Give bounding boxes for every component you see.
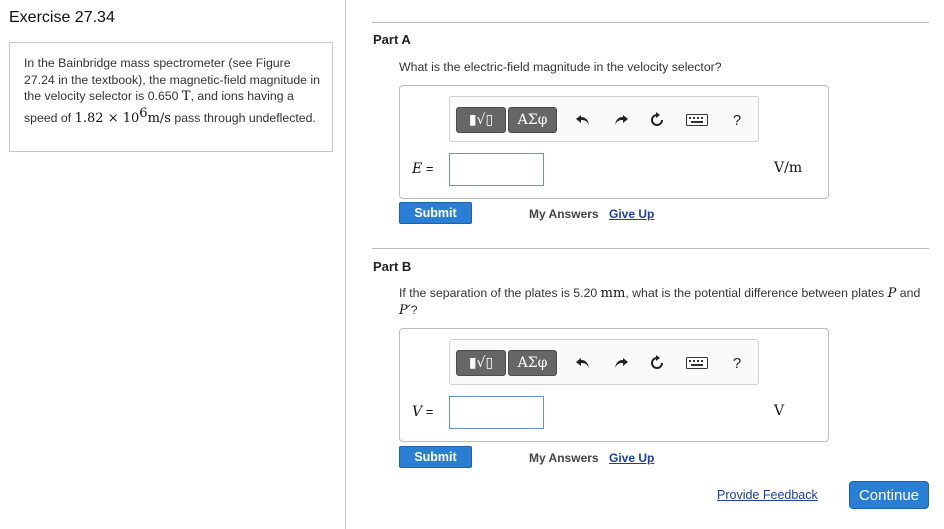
templates-button[interactable]: ▮√▯	[456, 107, 506, 133]
keyboard-icon[interactable]	[686, 354, 708, 372]
field-unit: T	[181, 89, 191, 104]
part-b-answer-box: ▮√▯ ΑΣφ ? V = V	[399, 328, 829, 442]
part-a-math-toolbar: ▮√▯ ΑΣφ ?	[449, 96, 759, 142]
part-a-variable-label: E =	[412, 161, 434, 177]
part-b-divider	[372, 248, 929, 249]
part-a-divider	[372, 22, 929, 23]
part-b-math-toolbar: ▮√▯ ΑΣφ ?	[449, 339, 759, 385]
greek-symbols-button[interactable]: ΑΣφ	[508, 107, 557, 133]
problem-statement: In the Bainbridge mass spectrometer (see…	[9, 42, 333, 152]
part-b-answer-input[interactable]	[449, 396, 544, 429]
part-b-title[interactable]: Part B	[373, 259, 411, 274]
part-a-answer-input[interactable]	[449, 153, 544, 186]
part-a-title[interactable]: Part A	[373, 32, 411, 47]
part-b-my-answers[interactable]: My Answers	[529, 451, 599, 465]
part-b-unit: V	[774, 403, 785, 419]
undo-icon[interactable]	[574, 111, 592, 129]
part-a-give-up[interactable]: Give Up	[609, 207, 654, 221]
part-b-question: If the separation of the plates is 5.20 …	[399, 286, 921, 318]
help-icon[interactable]: ?	[728, 111, 746, 129]
part-a-my-answers[interactable]: My Answers	[529, 207, 599, 221]
reset-icon[interactable]	[648, 354, 666, 372]
part-a-question: What is the electric-field magnitude in …	[399, 60, 722, 74]
part-b-submit-button[interactable]: Submit	[399, 446, 472, 468]
times-sign: ×	[107, 110, 119, 126]
redo-icon[interactable]	[612, 354, 630, 372]
greek-symbols-button[interactable]: ΑΣφ	[508, 350, 557, 376]
provide-feedback-link[interactable]: Provide Feedback	[717, 488, 818, 502]
templates-button[interactable]: ▮√▯	[456, 350, 506, 376]
exercise-panel: Exercise 27.34 In the Bainbridge mass sp…	[0, 0, 346, 529]
speed-unit: m/s	[147, 110, 171, 126]
reset-icon[interactable]	[648, 111, 666, 129]
part-b-variable-label: V =	[412, 404, 434, 420]
part-a-answer-box: ▮√▯ ΑΣφ ? E = V/m	[399, 85, 829, 199]
problem-text-3: pass through undeflected.	[170, 110, 316, 125]
keyboard-icon[interactable]	[686, 111, 708, 129]
redo-icon[interactable]	[612, 111, 630, 129]
speed-exponent: 6	[139, 105, 148, 121]
help-icon[interactable]: ?	[728, 354, 746, 372]
part-a-submit-button[interactable]: Submit	[399, 202, 472, 224]
part-a-unit: V/m	[774, 160, 803, 176]
speed-base: 10	[122, 110, 140, 126]
part-b-give-up[interactable]: Give Up	[609, 451, 654, 465]
continue-button[interactable]: Continue	[849, 481, 929, 509]
exercise-title: Exercise 27.34	[9, 9, 115, 26]
undo-icon[interactable]	[574, 354, 592, 372]
speed-mantissa: 1.82	[74, 110, 104, 126]
